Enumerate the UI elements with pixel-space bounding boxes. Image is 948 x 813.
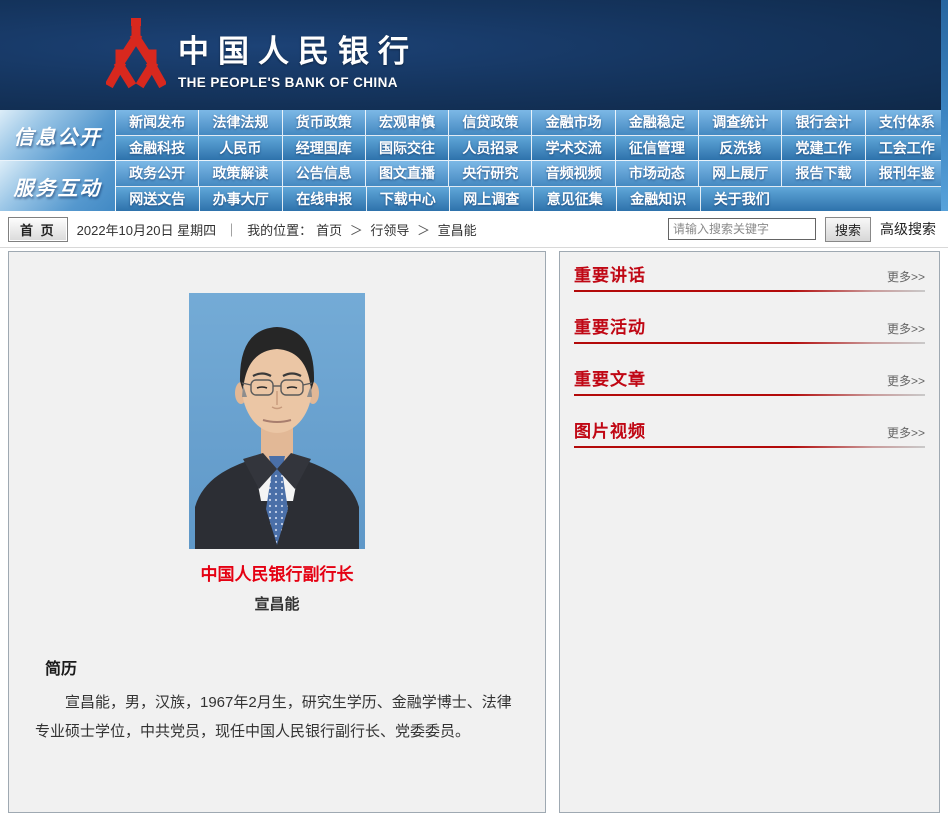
section-divider	[574, 290, 925, 292]
nav-item-支付体系[interactable]: 支付体系	[866, 110, 948, 135]
nav-item-调查统计[interactable]: 调查统计	[699, 110, 782, 135]
search-input[interactable]	[668, 218, 816, 240]
breadcrumb-link-2[interactable]: 行领导	[370, 223, 409, 238]
resume-heading: 简历	[45, 655, 519, 679]
nav-item-在线申报[interactable]: 在线申报	[283, 187, 367, 212]
nav-item-办事大厅[interactable]: 办事大厅	[200, 187, 284, 212]
breadcrumb: 我的位置：首页 ＞ 行领导 ＞ 宣昌能	[247, 220, 481, 239]
nav-item-反洗钱[interactable]: 反洗钱	[699, 136, 782, 161]
nav-item-公告信息[interactable]: 公告信息	[283, 161, 366, 186]
nav-item-工会工作[interactable]: 工会工作	[866, 136, 948, 161]
nav-item-法律法规[interactable]: 法律法规	[199, 110, 282, 135]
nav-item-人员招录[interactable]: 人员招录	[449, 136, 532, 161]
profile-panel: 中国人民银行副行长 宣昌能 简历 宣昌能，男，汉族，1967年2月生，研究生学历…	[8, 251, 546, 813]
site-title-chinese: 中国人民银行	[178, 26, 418, 71]
nav-item-学术交流[interactable]: 学术交流	[532, 136, 615, 161]
nav-group-1: 信息公开新闻发布法律法规货币政策宏观审慎信贷政策金融市场金融稳定调查统计银行会计…	[0, 110, 948, 160]
nav-item-人民币[interactable]: 人民币	[199, 136, 282, 161]
search-button[interactable]: 搜索	[825, 217, 871, 242]
section-divider	[574, 342, 925, 344]
nav-item-报刊年鉴[interactable]: 报刊年鉴	[866, 161, 948, 186]
nav-row: 新闻发布法律法规货币政策宏观审慎信贷政策金融市场金融稳定调查统计银行会计支付体系	[116, 110, 948, 135]
bar-separator: ｜	[225, 220, 238, 239]
sidebar-section-title: 重要讲话	[574, 261, 646, 286]
location-prefix: 我的位置：	[247, 223, 312, 238]
sidebar-section-4: 图片视频 更多>>	[560, 408, 939, 448]
date-label: 2022年10月20日 星期四	[77, 220, 216, 239]
nav-item-金融稳定[interactable]: 金融稳定	[616, 110, 699, 135]
crumb-separator: ＞	[413, 223, 433, 238]
nav-item-图文直播[interactable]: 图文直播	[366, 161, 449, 186]
breadcrumb-bar: 首 页 2022年10月20日 星期四 ｜ 我的位置：首页 ＞ 行领导 ＞ 宣昌…	[0, 211, 948, 248]
nav-group-2: 服务互动政务公开政策解读公告信息图文直播央行研究音频视频市场动态网上展厅报告下载…	[0, 160, 948, 211]
nav-item-货币政策[interactable]: 货币政策	[283, 110, 366, 135]
more-link[interactable]: 更多>>	[887, 372, 925, 389]
search-area: 搜索 高级搜索	[668, 217, 940, 242]
breadcrumb-link-3: 宣昌能	[438, 223, 477, 238]
nav-item-金融市场[interactable]: 金融市场	[532, 110, 615, 135]
nav-item-下载中心[interactable]: 下载中心	[367, 187, 451, 212]
nav-item-党建工作[interactable]: 党建工作	[782, 136, 865, 161]
nav-item-宏观审慎[interactable]: 宏观审慎	[366, 110, 449, 135]
official-title: 中国人民银行副行长	[9, 560, 545, 585]
nav-item-新闻发布[interactable]: 新闻发布	[116, 110, 199, 135]
nav-row: 网送文告办事大厅在线申报下载中心网上调查意见征集金融知识关于我们	[116, 186, 948, 212]
nav-filler	[783, 187, 948, 212]
nav-item-网上调查[interactable]: 网上调查	[450, 187, 534, 212]
content-area: 中国人民银行副行长 宣昌能 简历 宣昌能，男，汉族，1967年2月生，研究生学历…	[0, 248, 948, 736]
right-edge-strip	[941, 0, 948, 211]
home-button[interactable]: 首 页	[8, 217, 68, 242]
nav-item-音频视频[interactable]: 音频视频	[532, 161, 615, 186]
nav-item-政务公开[interactable]: 政务公开	[116, 161, 199, 186]
nav-item-银行会计[interactable]: 银行会计	[782, 110, 865, 135]
nav-row: 政务公开政策解读公告信息图文直播央行研究音频视频市场动态网上展厅报告下载报刊年鉴	[116, 161, 948, 186]
crumb-separator: ＞	[346, 223, 366, 238]
section-divider	[574, 446, 925, 448]
more-link[interactable]: 更多>>	[887, 424, 925, 441]
nav-item-信贷政策[interactable]: 信贷政策	[449, 110, 532, 135]
official-portrait-photo	[189, 293, 365, 549]
breadcrumb-crumbs: 首页 ＞ 行领导 ＞ 宣昌能	[312, 223, 481, 238]
nav-group-2-label: 服务互动	[0, 161, 116, 211]
nav-item-关于我们[interactable]: 关于我们	[701, 187, 784, 212]
nav-item-网上展厅[interactable]: 网上展厅	[699, 161, 782, 186]
nav-item-央行研究[interactable]: 央行研究	[449, 161, 532, 186]
resume-text: 宣昌能，男，汉族，1967年2月生，研究生学历、金融学博士、法律专业硕士学位，中…	[35, 688, 519, 746]
sidebar-section-1: 重要讲话 更多>>	[560, 252, 939, 292]
nav-item-市场动态[interactable]: 市场动态	[616, 161, 699, 186]
resume-block: 简历 宣昌能，男，汉族，1967年2月生，研究生学历、金融学博士、法律专业硕士学…	[35, 655, 519, 746]
nav-item-网送文告[interactable]: 网送文告	[116, 187, 200, 212]
more-link[interactable]: 更多>>	[887, 320, 925, 337]
nav-item-经理国库[interactable]: 经理国库	[283, 136, 366, 161]
official-name: 宣昌能	[9, 593, 545, 614]
site-header: 中国人民银行 THE PEOPLE'S BANK OF CHINA	[0, 0, 948, 110]
pboc-logo-icon	[106, 16, 166, 94]
sidebar-section-title: 重要文章	[574, 365, 646, 390]
nav-item-金融知识[interactable]: 金融知识	[617, 187, 701, 212]
sidebar-section-title: 重要活动	[574, 313, 646, 338]
nav-row: 金融科技人民币经理国库国际交往人员招录学术交流征信管理反洗钱党建工作工会工作	[116, 135, 948, 161]
sidebar-section-3: 重要文章 更多>>	[560, 356, 939, 396]
nav-item-意见征集[interactable]: 意见征集	[534, 187, 618, 212]
nav-item-政策解读[interactable]: 政策解读	[199, 161, 282, 186]
more-link[interactable]: 更多>>	[887, 268, 925, 285]
sidebar-section-title: 图片视频	[574, 417, 646, 442]
sidebar-panel: 重要讲话更多>>重要活动更多>>重要文章更多>>图片视频更多>>	[559, 251, 940, 813]
nav-item-国际交往[interactable]: 国际交往	[366, 136, 449, 161]
site-title-english: THE PEOPLE'S BANK OF CHINA	[178, 75, 418, 90]
site-title-block: 中国人民银行 THE PEOPLE'S BANK OF CHINA	[178, 26, 418, 90]
sidebar-section-2: 重要活动 更多>>	[560, 304, 939, 344]
advanced-search-link[interactable]: 高级搜索	[880, 219, 936, 239]
nav-item-金融科技[interactable]: 金融科技	[116, 136, 199, 161]
main-nav: 信息公开新闻发布法律法规货币政策宏观审慎信贷政策金融市场金融稳定调查统计银行会计…	[0, 110, 948, 211]
nav-item-报告下载[interactable]: 报告下载	[782, 161, 865, 186]
section-divider	[574, 394, 925, 396]
nav-group-1-label: 信息公开	[0, 110, 116, 160]
breadcrumb-link-1[interactable]: 首页	[316, 223, 342, 238]
nav-item-征信管理[interactable]: 征信管理	[616, 136, 699, 161]
